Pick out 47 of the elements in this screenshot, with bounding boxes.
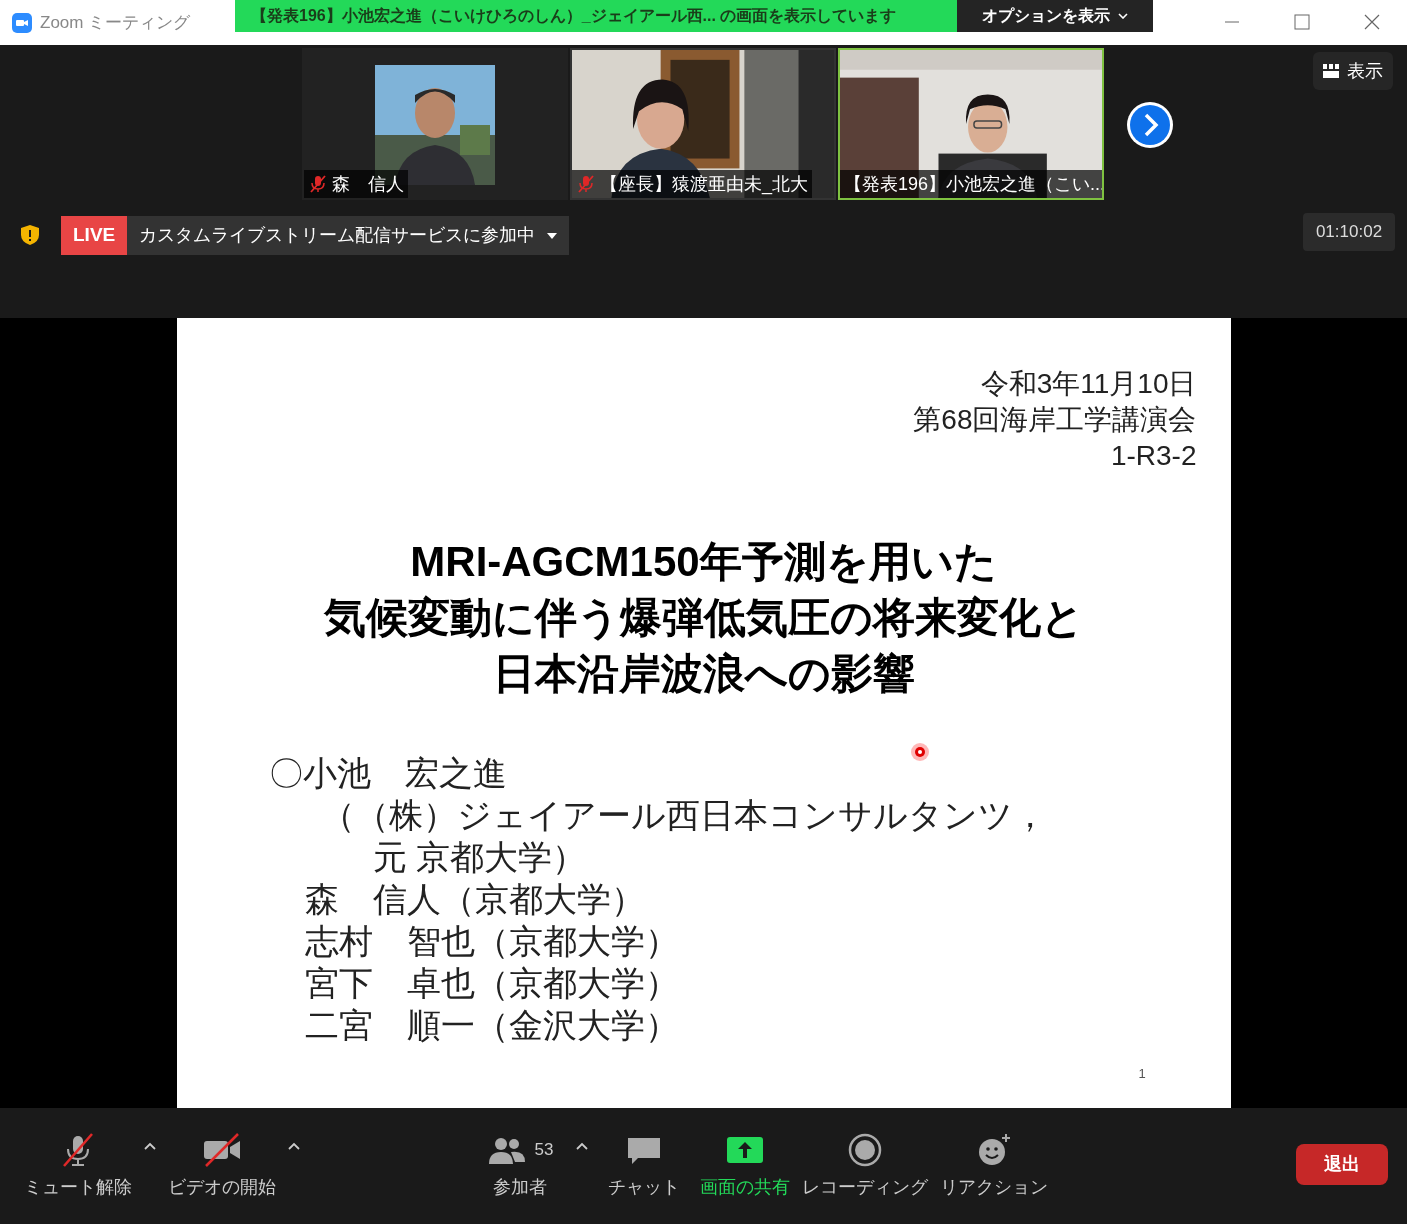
video-tile[interactable]: 森 信人 bbox=[302, 48, 568, 200]
author-line: （（株）ジェイアール西日本コンサルタンツ， bbox=[319, 795, 1048, 836]
meeting-timer: 01:10:02 bbox=[1303, 213, 1395, 251]
slide-title: MRI-AGCM150年予測を用いた bbox=[410, 537, 997, 587]
slide-header-text: 1-R3-2 bbox=[1110, 439, 1197, 473]
live-badge: LIVE bbox=[61, 216, 128, 255]
options-button[interactable]: オプションを表示 bbox=[957, 0, 1153, 32]
gallery-icon bbox=[1323, 64, 1339, 78]
author-line: 元 京都大学） bbox=[371, 837, 587, 878]
toolbar-button[interactable]: ビデオの開始 bbox=[162, 1131, 282, 1201]
toolbar-button[interactable]: レコーディング bbox=[796, 1131, 934, 1201]
view-button[interactable]: 表示 bbox=[1313, 52, 1393, 90]
participant-name: 森 信人 bbox=[332, 172, 404, 196]
author-line: 志村 智也（京都大学） bbox=[303, 921, 680, 962]
toolbar-button[interactable]: 画面の共有 bbox=[694, 1131, 796, 1201]
author-line: 二宮 順一（金沢大学） bbox=[303, 1005, 680, 1046]
zoom-app-icon bbox=[12, 12, 32, 33]
video-off-icon bbox=[202, 1131, 242, 1168]
slide-title: 気候変動に伴う爆弾低気圧の将来変化と bbox=[323, 593, 1084, 643]
video-tile[interactable]: 【座長】猿渡亜由未_北大 bbox=[570, 48, 836, 200]
chevron-down-icon bbox=[1118, 13, 1128, 19]
slide-header-text: 第68回海岸工学講演会 bbox=[913, 403, 1197, 437]
slide-title: 日本沿岸波浪への影響 bbox=[492, 649, 915, 699]
author-line: 〇小池 宏之進 bbox=[268, 753, 508, 794]
caret-up-icon[interactable] bbox=[576, 1141, 588, 1150]
muted-mic-icon bbox=[308, 174, 328, 194]
share-banner: 【発表196】小池宏之進（こいけひろのしん）_ジェイアール西... の画面を表示しています bbox=[235, 0, 957, 32]
slide-page-number: 1 bbox=[1138, 1065, 1146, 1083]
muted-mic-icon bbox=[576, 174, 596, 194]
author-line: 宮下 卓也（京都大学） bbox=[303, 963, 680, 1004]
toolbar-button[interactable]: ミュート解除 bbox=[18, 1131, 138, 1201]
author-line: 森 信人（京都大学） bbox=[303, 879, 646, 920]
toolbar-button[interactable]: 53 参加者 bbox=[470, 1131, 570, 1201]
leave-button[interactable]: 退出 bbox=[1296, 1143, 1388, 1185]
window-title: Zoom ミーティング bbox=[40, 11, 191, 34]
laser-pointer-icon bbox=[909, 742, 930, 762]
caret-up-icon[interactable] bbox=[144, 1141, 156, 1150]
caret-up-icon[interactable] bbox=[288, 1141, 300, 1150]
participant-count: 53 bbox=[534, 1138, 554, 1161]
toolbar-button[interactable]: リアクション bbox=[934, 1131, 1054, 1201]
live-stream-dropdown[interactable]: カスタムライブストリーム配信サービスに参加中 bbox=[127, 216, 570, 255]
next-page-button[interactable] bbox=[1125, 100, 1175, 150]
caret-icon bbox=[547, 232, 558, 239]
security-shield-icon[interactable] bbox=[20, 224, 40, 246]
toolbar-button[interactable]: チャット bbox=[594, 1131, 694, 1201]
slide-header-text: 令和3年11月10日 bbox=[980, 367, 1197, 401]
participant-name: 【座長】猿渡亜由未_北大 bbox=[600, 172, 808, 197]
